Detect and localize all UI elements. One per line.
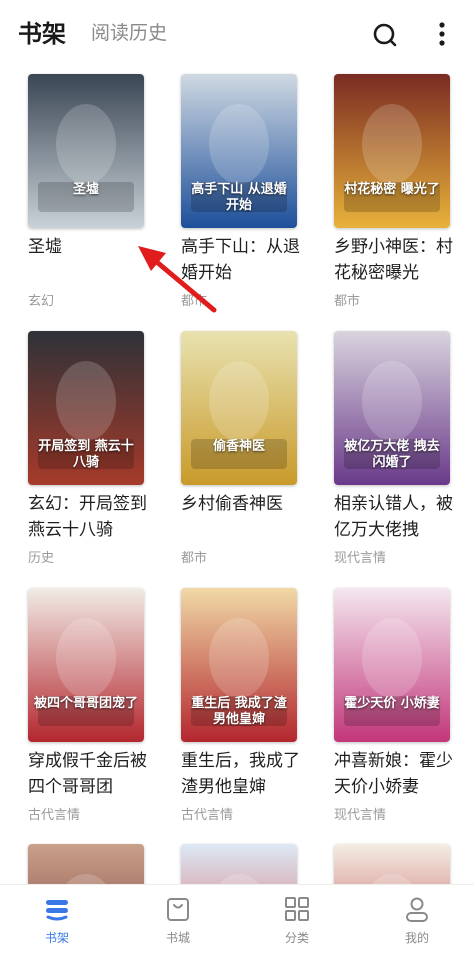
book-cover[interactable]: 被亿万大佬 拽去闪婚了	[334, 331, 450, 485]
book-cover[interactable]: 重生后 我成了渣男他皇婶	[181, 588, 297, 742]
book-cover[interactable]: 圣墟	[28, 74, 144, 228]
nav-bookstore[interactable]: 书城	[138, 895, 218, 946]
book-cover[interactable]: 被四个哥哥团宠了	[28, 588, 144, 742]
book-title[interactable]: 相亲认错人，被亿万大佬拽	[334, 491, 458, 543]
book-genre: 都市	[181, 551, 208, 566]
book-cover[interactable]: 高手下山 从退婚开始	[181, 74, 297, 228]
book-genre: 都市	[181, 294, 208, 309]
tab-bookshelf[interactable]: 书架	[18, 14, 66, 49]
nav-category[interactable]: 分类	[257, 895, 337, 946]
cover-title-text: 被亿万大佬 拽去闪婚了	[344, 439, 440, 470]
book-genre: 历史	[28, 551, 55, 566]
search-icon[interactable]	[372, 22, 398, 48]
tab-reading-history[interactable]: 阅读历史	[91, 18, 167, 45]
cover-title-text: 重生后 我成了渣男他皇婶	[191, 696, 287, 727]
book-genre: 玄幻	[28, 294, 55, 309]
book-title[interactable]: 乡野小神医：村花秘密曝光	[334, 234, 458, 286]
nav-profile[interactable]: 我的	[377, 895, 457, 946]
book-genre: 都市	[334, 294, 361, 309]
bookstore-icon	[167, 898, 189, 921]
cover-title-text: 高手下山 从退婚开始	[191, 182, 287, 213]
cover-title-text: 霍少天价 小娇妻	[344, 696, 440, 711]
book-title[interactable]: 玄幻：开局签到燕云十八骑	[28, 491, 152, 543]
bookshelf-icon	[46, 900, 68, 921]
book-cover[interactable]: 偷香神医	[181, 331, 297, 485]
nav-label-category: 分类	[284, 931, 309, 945]
book-cover[interactable]: 开局签到 燕云十八骑	[28, 331, 144, 485]
category-grid-icon	[285, 897, 309, 921]
book-cover[interactable]: 村花秘密 曝光了	[334, 74, 450, 228]
book-genre: 古代言情	[181, 808, 234, 823]
book-title[interactable]: 穿成假千金后被四个哥哥团	[28, 748, 152, 800]
cover-title-text: 开局签到 燕云十八骑	[38, 439, 134, 470]
nav-label-bookstore: 书城	[165, 931, 190, 945]
more-vertical-icon[interactable]	[434, 20, 450, 48]
nav-label-bookshelf: 书架	[44, 931, 69, 945]
book-genre: 现代言情	[334, 808, 387, 823]
book-title[interactable]: 冲喜新娘：霍少天价小娇妻	[334, 748, 458, 800]
cover-title-text: 偷香神医	[212, 439, 265, 454]
profile-icon	[406, 897, 428, 922]
book-title[interactable]: 重生后，我成了渣男他皇婶	[181, 748, 305, 800]
book-cover[interactable]: 霍少天价 小娇妻	[334, 588, 450, 742]
book-title[interactable]: 高手下山：从退婚开始	[181, 234, 305, 286]
book-title[interactable]: 圣墟	[28, 234, 152, 260]
top-header: 书架 阅读历史	[0, 0, 474, 62]
book-title[interactable]: 乡村偷香神医	[181, 491, 305, 517]
cover-title-text: 村花秘密 曝光了	[344, 182, 440, 197]
bottom-navigation: 书架 书城 分类 我的	[0, 884, 474, 961]
book-genre: 现代言情	[334, 551, 387, 566]
cover-title-text: 圣墟	[72, 182, 99, 197]
nav-bookshelf[interactable]: 书架	[17, 895, 97, 946]
book-genre: 古代言情	[28, 808, 81, 823]
nav-label-profile: 我的	[404, 931, 429, 945]
cover-title-text: 被四个哥哥团宠了	[34, 696, 139, 711]
